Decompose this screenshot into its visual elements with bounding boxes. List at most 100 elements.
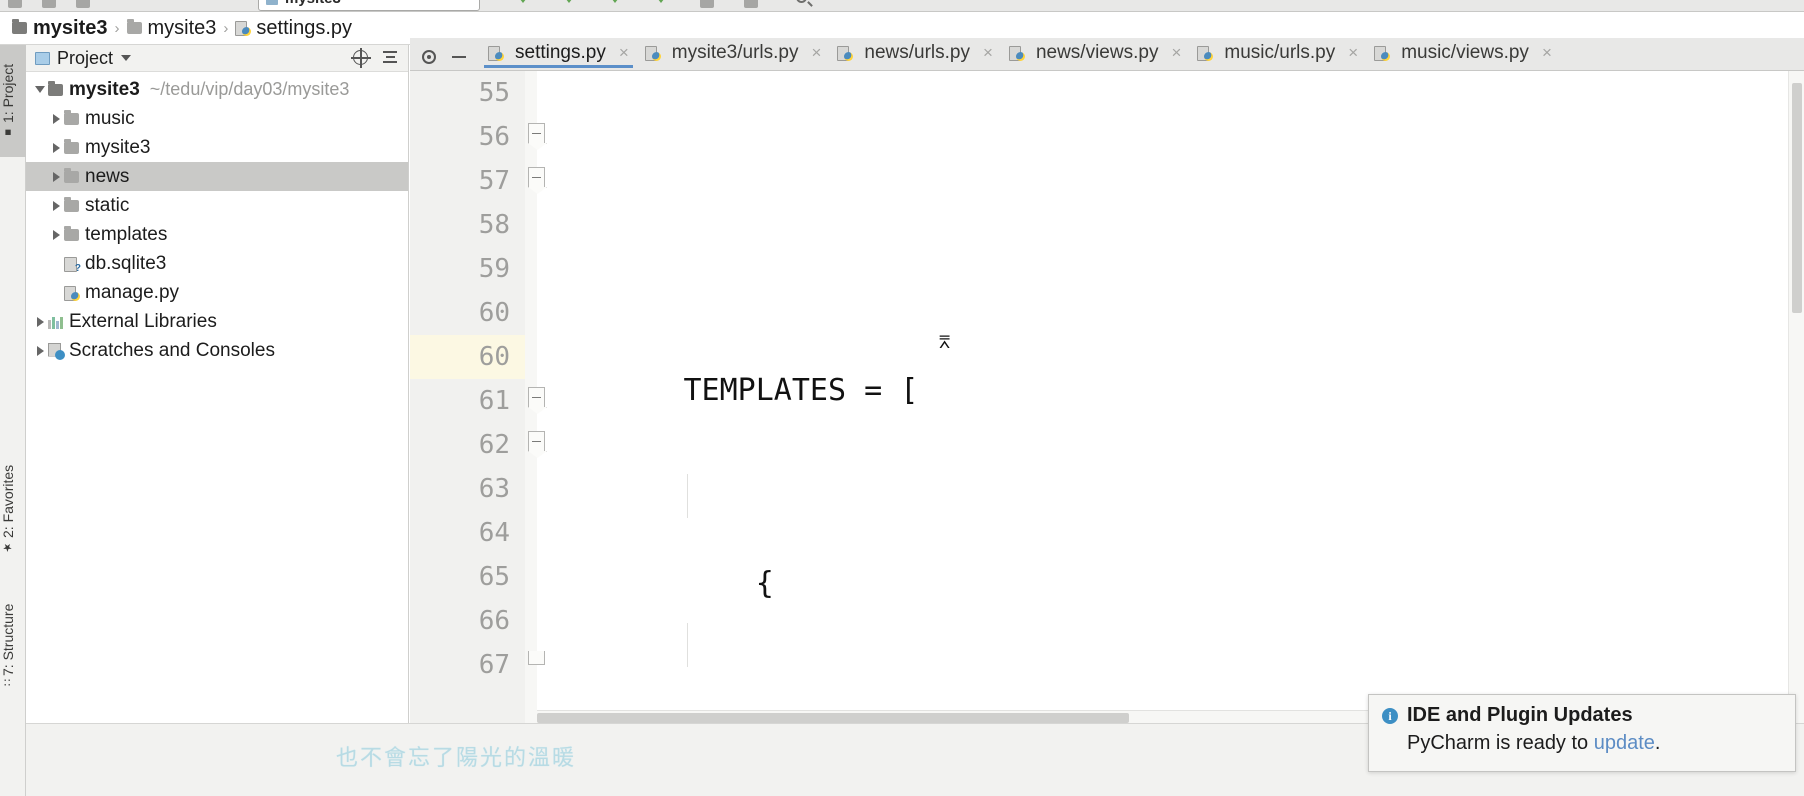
stop-icon[interactable] [700, 0, 714, 8]
code-text-area[interactable]: TEMPLATES = [ { 'BACKEND': 'django.templ… [537, 71, 1804, 723]
tab-settings-py[interactable]: settings.py × [480, 38, 637, 70]
tree-item-static[interactable]: static [26, 191, 408, 220]
run-configuration-selector[interactable]: mysite3 [258, 0, 480, 11]
breadcrumb-item-file[interactable]: settings.py [235, 17, 352, 39]
debug-icon[interactable] [562, 0, 576, 3]
folder-icon [64, 109, 79, 125]
breadcrumb-item-package[interactable]: mysite3 [126, 17, 217, 39]
code-text: { [683, 566, 774, 601]
folder-icon [64, 167, 79, 183]
tool-button-favorites[interactable]: ★ 2: Favorites [0, 445, 26, 573]
project-tool-window: Project mysite3 ~/tedu/vip/day03/mysite3… [26, 45, 409, 796]
main-toolbar: mysite3 [0, 0, 1804, 12]
scrollbar-thumb[interactable] [1792, 83, 1802, 313]
breadcrumb-label: mysite3 [33, 17, 108, 39]
project-tree: mysite3 ~/tedu/vip/day03/mysite3 music m… [26, 72, 408, 365]
tool-button-label: 7: Structure [0, 603, 16, 677]
tree-item-label: Scratches and Consoles [69, 339, 275, 361]
save-all-icon[interactable] [8, 0, 22, 8]
tree-item-music[interactable]: music [26, 104, 408, 133]
close-icon[interactable]: × [1348, 43, 1358, 63]
update-link[interactable]: update [1594, 732, 1655, 754]
chevron-down-icon[interactable] [121, 55, 132, 61]
tree-item-label: music [85, 107, 135, 129]
close-icon[interactable]: × [1171, 43, 1181, 63]
expand-toggle-icon[interactable] [48, 171, 64, 182]
folder-icon [48, 80, 63, 96]
tree-item-external-libraries[interactable]: External Libraries [26, 307, 408, 336]
tree-item-label: mysite3 [69, 78, 140, 100]
line-number: 61 [478, 386, 510, 416]
library-icon [48, 315, 63, 329]
line-number: 59 [478, 254, 510, 284]
sync-icon[interactable] [42, 0, 56, 8]
close-icon[interactable]: × [619, 43, 629, 63]
tool-button-label: 1: Project [0, 63, 16, 124]
expand-toggle-icon[interactable] [32, 316, 48, 327]
tree-item-path: ~/tedu/vip/day03/mysite3 [149, 79, 350, 99]
scrollbar-thumb[interactable] [537, 713, 1129, 723]
tab-news-views-py[interactable]: news/views.py × [1001, 38, 1189, 70]
pycharm-window: mysite3 mysite3 › mysite3 › settings.py … [0, 0, 1804, 796]
coverage-icon[interactable] [608, 0, 622, 3]
expand-toggle-icon[interactable] [48, 142, 64, 153]
folder-icon [12, 19, 27, 34]
tree-item-news[interactable]: news [26, 162, 408, 191]
tree-item-scratches-and-consoles[interactable]: Scratches and Consoles [26, 336, 408, 365]
close-icon[interactable]: × [983, 43, 993, 63]
tab-music-urls-py[interactable]: music/urls.py × [1189, 38, 1366, 70]
tab-label: news/views.py [1035, 42, 1159, 63]
code-line-55[interactable] [537, 176, 1804, 220]
tree-item-db-sqlite3[interactable]: db.sqlite3 [26, 249, 408, 278]
tool-button-structure[interactable]: ∷ 7: Structure [0, 585, 26, 705]
expand-toggle-icon[interactable] [32, 345, 48, 356]
tab-news-urls-py[interactable]: news/urls.py × [829, 38, 1001, 70]
line-number: 62 [478, 430, 510, 460]
tree-item-label: db.sqlite3 [85, 252, 167, 274]
mouse-cursor-ibeam: ⌆ [938, 329, 952, 354]
close-icon[interactable]: × [1542, 43, 1552, 63]
minimize-icon[interactable] [452, 55, 466, 59]
code-line-57[interactable]: { [537, 474, 1804, 601]
code-line-56[interactable]: TEMPLATES = [ [537, 325, 1804, 408]
settings-icon[interactable] [76, 0, 90, 8]
breadcrumb-item-project[interactable]: mysite3 [12, 17, 108, 39]
run-icon[interactable] [516, 0, 530, 3]
tool-button-label: 2: Favorites [0, 464, 16, 538]
tree-item-mysite3[interactable]: mysite3 [26, 133, 408, 162]
expand-toggle-icon[interactable] [48, 113, 64, 124]
line-number: 60 [478, 298, 510, 328]
tree-item-templates[interactable]: templates [26, 220, 408, 249]
notification-balloon[interactable]: i IDE and Plugin Updates PyCharm is read… [1368, 694, 1796, 772]
gear-icon[interactable] [422, 50, 436, 64]
tool-button-project[interactable]: ■ 1: Project [0, 45, 26, 157]
expand-toggle-icon[interactable] [48, 200, 64, 211]
editor-tab-bar: settings.py × mysite3/urls.py × news/url… [410, 38, 1804, 71]
search-icon[interactable] [796, 0, 807, 3]
expand-toggle-icon[interactable] [48, 229, 64, 240]
scratch-icon [48, 343, 65, 360]
code-editor[interactable]: 55 56 57 58 59 60 60 61 62 63 64 65 66 6… [410, 71, 1804, 723]
dropdown-icon[interactable] [744, 0, 758, 8]
tab-label: music/urls.py [1224, 42, 1336, 63]
collapse-all-icon[interactable] [382, 50, 398, 65]
code-line-58[interactable]: 'BACKEND': 'django.template.backends.dja… [537, 623, 1804, 723]
window-icon: ■ [2, 126, 14, 139]
tree-item-mysite3-root[interactable]: mysite3 ~/tedu/vip/day03/mysite3 [26, 75, 408, 104]
tree-item-manage-py[interactable]: manage.py [26, 278, 408, 307]
folder-icon [64, 196, 79, 212]
tab-mysite3-urls-py[interactable]: mysite3/urls.py × [637, 38, 830, 70]
folder-icon [64, 138, 79, 154]
close-icon[interactable]: × [811, 43, 821, 63]
editor-vertical-scrollbar[interactable] [1788, 71, 1804, 723]
expand-toggle-icon[interactable] [32, 86, 48, 93]
tree-item-label: External Libraries [69, 310, 217, 332]
breadcrumb-label: mysite3 [147, 17, 217, 39]
tab-music-views-py[interactable]: music/views.py × [1366, 38, 1560, 70]
python-file-icon [837, 45, 854, 61]
profile-icon[interactable] [654, 0, 668, 3]
folder-icon [126, 19, 142, 34]
notification-body-prefix: PyCharm is ready to [1407, 732, 1594, 754]
target-icon[interactable] [351, 48, 371, 68]
project-panel-header: Project [26, 45, 408, 72]
